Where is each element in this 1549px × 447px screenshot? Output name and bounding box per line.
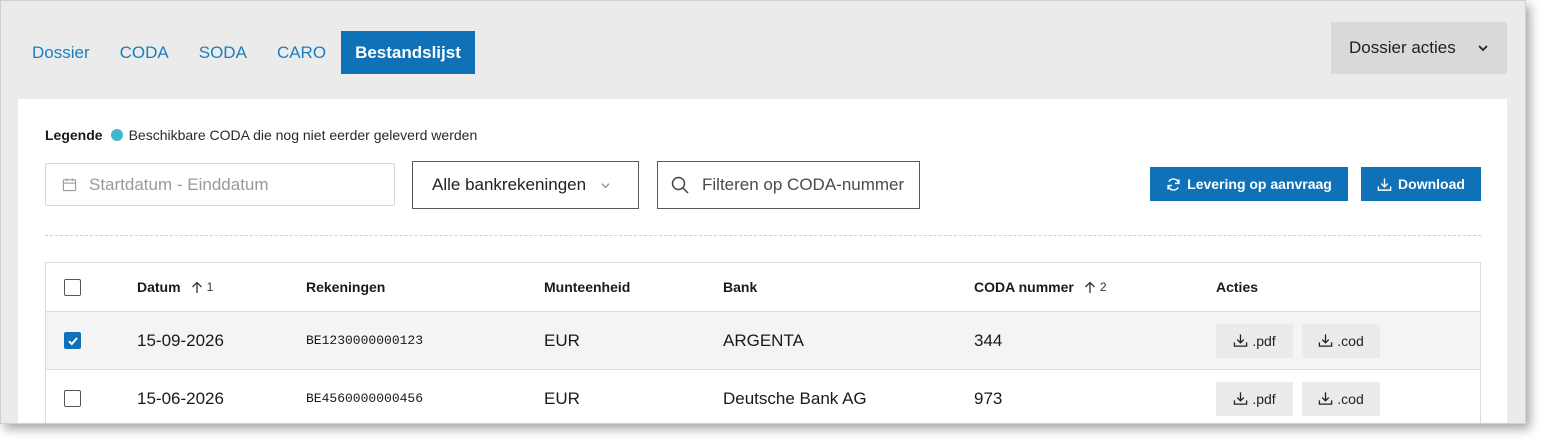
row-actions: .pdf .cod xyxy=(1216,370,1380,423)
coda-table: Datum 1 Rekeningen Munteenheid Bank CODA xyxy=(45,262,1481,423)
header-accounts-label: Rekeningen xyxy=(306,279,386,295)
download-icon xyxy=(1234,334,1248,347)
chevron-down-icon xyxy=(601,182,610,188)
row-coda-number: 973 xyxy=(974,388,1003,408)
download-cod-button[interactable]: .cod xyxy=(1302,323,1380,358)
download-icon xyxy=(1234,392,1248,405)
app-window: Dossier CODA SODA CARO Bestandslijst Dos… xyxy=(0,0,1526,424)
search-icon xyxy=(671,176,689,194)
account-select-value: Alle bankrekeningen xyxy=(432,175,587,194)
header-currency-label: Munteenheid xyxy=(544,279,631,295)
tab-soda[interactable]: SODA xyxy=(184,31,262,74)
download-pdf-button[interactable]: .pdf xyxy=(1216,323,1293,358)
row-currency: EUR xyxy=(544,388,580,408)
date-sort-indicator: 1 xyxy=(191,280,214,294)
download-button[interactable]: Download xyxy=(1361,167,1481,201)
header-bank-label: Bank xyxy=(723,279,758,295)
content-panel: Legende Beschikbare CODA die nog niet ee… xyxy=(18,99,1507,423)
row-account: BE1230000000123 xyxy=(306,333,424,348)
row-select-cell xyxy=(64,312,81,369)
row-currency: EUR xyxy=(544,330,580,350)
date-sort-order: 1 xyxy=(206,280,214,294)
download-cod-button[interactable]: .cod xyxy=(1302,381,1380,416)
chevron-down-icon xyxy=(1478,45,1488,52)
legend-title: Legende xyxy=(45,127,103,143)
checkmark-icon xyxy=(67,336,78,345)
header-date-label: Datum xyxy=(137,279,181,295)
table-row[interactable]: 15-09-2026 BE1230000000123 EUR ARGENTA 3… xyxy=(46,312,1480,370)
header-cell-date[interactable]: Datum 1 xyxy=(137,263,213,311)
row-bank: Deutsche Bank AG xyxy=(723,388,867,408)
arrow-up-icon xyxy=(191,281,202,293)
legend-dot xyxy=(110,129,123,141)
download-pdf-button[interactable]: .pdf xyxy=(1216,381,1293,416)
tab-bar: Dossier CODA SODA CARO Bestandslijst xyxy=(17,31,475,74)
download-icon xyxy=(1319,334,1333,347)
cod-label: .cod xyxy=(1337,390,1364,407)
download-icon xyxy=(1377,177,1392,191)
cod-label: .cod xyxy=(1337,332,1364,349)
row-date: 15-09-2026 xyxy=(137,330,224,350)
header-cell-accounts: Rekeningen xyxy=(306,263,385,311)
row-checkbox[interactable] xyxy=(64,390,81,407)
download-label: Download xyxy=(1398,176,1465,192)
date-range-placeholder: Startdatum - Einddatum xyxy=(89,174,269,194)
header-actions-label: Acties xyxy=(1216,279,1259,295)
row-actions: .pdf .cod xyxy=(1216,312,1380,369)
row-select-cell xyxy=(64,370,81,423)
coda-sort-order: 2 xyxy=(1099,280,1107,294)
row-coda-number: 344 xyxy=(974,330,1003,350)
date-range-input[interactable]: Startdatum - Einddatum xyxy=(45,163,395,206)
table-header: Datum 1 Rekeningen Munteenheid Bank CODA xyxy=(46,263,1480,312)
coda-search-field[interactable] xyxy=(657,161,920,209)
row-date: 15-06-2026 xyxy=(137,388,224,408)
header-cell-coda-number[interactable]: CODA nummer 2 xyxy=(974,263,1107,311)
levering-label: Levering op aanvraag xyxy=(1187,176,1332,192)
levering-op-aanvraag-button[interactable]: Levering op aanvraag xyxy=(1150,167,1348,201)
header-cell-select xyxy=(64,263,81,311)
tab-coda[interactable]: CODA xyxy=(105,31,184,74)
dossier-actions-button[interactable]: Dossier acties xyxy=(1331,22,1507,74)
tab-bestandslijst[interactable]: Bestandslijst xyxy=(341,31,475,74)
header-cell-bank: Bank xyxy=(723,263,757,311)
header-cell-currency: Munteenheid xyxy=(544,263,630,311)
legend-text: Beschikbare CODA die nog niet eerder gel… xyxy=(128,127,478,143)
refresh-icon xyxy=(1167,177,1180,191)
coda-sort-indicator: 2 xyxy=(1084,280,1107,294)
table-row[interactable]: 15-06-2026 BE4560000000456 EUR Deutsche … xyxy=(46,370,1480,423)
account-select[interactable]: Alle bankrekeningen xyxy=(412,161,639,209)
divider xyxy=(45,235,1481,236)
dossier-actions-label: Dossier acties xyxy=(1349,38,1456,57)
arrow-up-icon xyxy=(1084,281,1095,293)
header-coda-label: CODA nummer xyxy=(974,279,1074,295)
pdf-label: .pdf xyxy=(1252,332,1276,349)
row-bank: ARGENTA xyxy=(723,330,804,350)
coda-search-input[interactable] xyxy=(702,175,912,195)
tab-caro[interactable]: CARO xyxy=(262,31,341,74)
legend: Legende Beschikbare CODA die nog niet ee… xyxy=(45,127,477,143)
download-icon xyxy=(1319,392,1333,405)
calendar-icon xyxy=(62,178,77,192)
select-all-checkbox[interactable] xyxy=(64,278,81,296)
tab-dossier[interactable]: Dossier xyxy=(17,31,105,74)
pdf-label: .pdf xyxy=(1252,390,1276,407)
header-cell-actions: Acties xyxy=(1216,263,1258,311)
row-checkbox[interactable] xyxy=(64,332,81,349)
row-account: BE4560000000456 xyxy=(306,391,424,406)
